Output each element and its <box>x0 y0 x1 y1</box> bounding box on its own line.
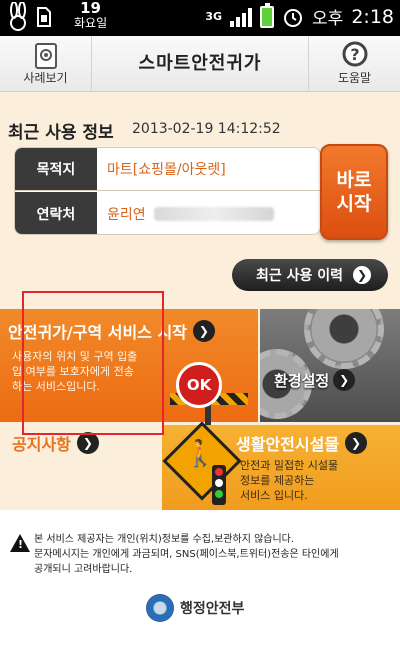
start-now-button[interactable]: 바로 시작 <box>320 144 388 240</box>
3g-icon: 3G <box>205 9 223 23</box>
ok-sign-icon: OK <box>176 362 222 408</box>
government-emblem-icon <box>146 594 174 622</box>
case-view-button[interactable]: 사례보기 <box>0 36 92 92</box>
privacy-notice-line3: 공개되니 고려바랍니다. <box>34 564 133 575</box>
chevron-right-icon: ❯ <box>192 320 215 342</box>
ministry-logo: 행정안전부 <box>146 594 244 622</box>
chevron-right-icon: ❯ <box>333 369 356 391</box>
life-safety-facilities-tile[interactable]: 🚶 생활안전시설물 ❯ 안전과 밀접한 시설물 정보를 제공하는 서비스 입니다… <box>162 421 400 510</box>
battery-icon <box>260 2 275 28</box>
chevron-right-icon: ❯ <box>345 432 368 454</box>
case-view-label: 사례보기 <box>23 71 68 85</box>
status-right: 3G 오후 2:18 <box>205 2 394 29</box>
life-safety-title-text: 생활안전시설물 <box>236 435 340 454</box>
status-date: 19 화요일 <box>74 1 107 31</box>
privacy-notice: 본 서비스 제공자는 개인(위치)정보를 수집,보관하지 않습니다. 문자메시지… <box>34 532 390 577</box>
contact-name: 윤리연 <box>107 206 146 223</box>
recent-history-button[interactable]: 최근 사용 이력 ❯ <box>232 259 388 291</box>
traffic-light-icon <box>212 465 226 505</box>
status-ampm: 오후 <box>312 9 344 29</box>
status-time: 2:18 <box>351 5 394 28</box>
pedestrian-figure-icon: 🚶 <box>184 439 217 469</box>
life-desc-line3: 서비스 입니다. <box>240 489 308 502</box>
chevron-right-icon: ❯ <box>76 432 99 454</box>
contact-value: 윤리연 <box>107 192 274 234</box>
page-title: 스마트안전귀가 <box>138 53 262 74</box>
contact-row[interactable]: 연락처 윤리연 <box>15 192 320 234</box>
alarm-icon <box>284 8 303 27</box>
status-left <box>6 2 52 32</box>
destination-label: 목적지 <box>15 148 97 190</box>
blurred-phone-number <box>153 206 274 221</box>
highlight-box <box>22 291 164 435</box>
footer: ! 본 서비스 제공자는 개인(위치)정보를 수집,보관하지 않습니다. 문자메… <box>0 510 400 667</box>
case-book-icon <box>34 43 57 69</box>
privacy-notice-line2: 문자메시지는 개인에게 과금되며, SNS(페이스북,트위터)전송은 타인에게 <box>34 549 339 560</box>
recent-info-box: 목적지 마트[쇼핑몰/아웃렛] 연락처 윤리연 <box>14 147 321 235</box>
life-safety-description: 안전과 밀접한 시설물 정보를 제공하는 서비스 입니다. <box>240 458 338 503</box>
svg-text:?: ? <box>350 45 359 64</box>
settings-label: 환경설정 <box>274 371 330 390</box>
signal-icon <box>230 7 253 27</box>
privacy-notice-line1: 본 서비스 제공자는 개인(위치)정보를 수집,보관하지 않습니다. <box>34 534 295 545</box>
destination-row[interactable]: 목적지 마트[쇼핑몰/아웃렛] <box>15 148 320 191</box>
chevron-right-icon: ❯ <box>353 266 372 284</box>
weekday: 화요일 <box>74 16 108 30</box>
ministry-name: 행정안전부 <box>180 601 245 617</box>
start-now-line1: 바로 <box>336 169 372 191</box>
status-bar: 19 화요일 3G 오후 2:18 <box>0 0 400 36</box>
app-header: 사례보기 스마트안전귀가 ? 도움말 <box>0 36 400 92</box>
recent-info-title: 최근 사용 정보 <box>8 123 114 143</box>
warning-icon: ! <box>10 534 30 552</box>
recent-datetime: 2013-02-19 14:12:52 <box>132 121 281 137</box>
help-label: 도움말 <box>337 71 372 85</box>
life-desc-line2: 정보를 제공하는 <box>240 474 315 487</box>
start-now-line2: 시작 <box>336 193 372 215</box>
rabbit-icon <box>10 2 26 31</box>
life-safety-title: 생활안전시설물 ❯ <box>236 431 368 455</box>
life-desc-line1: 안전과 밀접한 시설물 <box>240 459 339 472</box>
destination-value: 마트[쇼핑몰/아웃렛] <box>107 162 226 178</box>
date-number: 19 <box>80 0 101 17</box>
help-icon: ? <box>342 41 367 67</box>
help-button[interactable]: ? 도움말 <box>308 36 400 92</box>
settings-label-wrap: 환경설정 ❯ <box>274 369 356 391</box>
sim-icon <box>37 7 51 27</box>
contact-label: 연락처 <box>15 192 97 234</box>
main-content: 최근 사용 정보 2013-02-19 14:12:52 목적지 마트[쇼핑몰/… <box>0 92 400 510</box>
gear-icon <box>304 309 384 369</box>
settings-tile[interactable]: 환경설정 ❯ <box>260 309 400 422</box>
recent-history-label: 최근 사용 이력 <box>256 268 344 284</box>
